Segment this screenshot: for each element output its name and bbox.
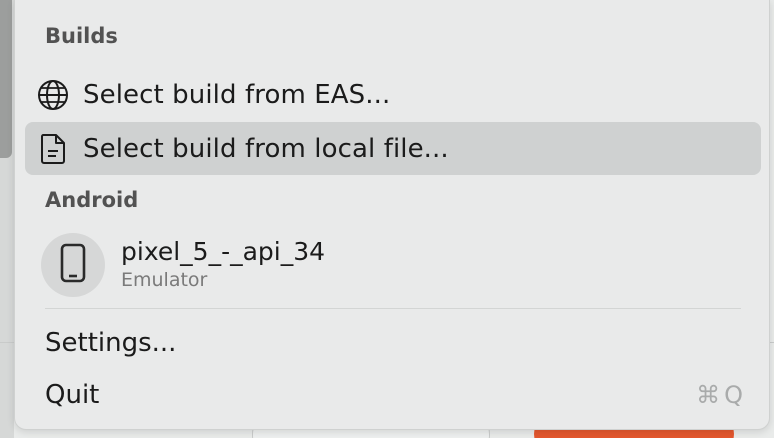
device-type: Emulator [121, 269, 208, 291]
menu-item-select-build-eas[interactable]: Select build from EAS... [25, 68, 761, 121]
menu-item-quit[interactable]: Quit ⌘Q [45, 380, 745, 410]
menu-item-label: Select build from local file... [83, 133, 449, 164]
device-avatar [41, 233, 105, 297]
file-icon [35, 131, 71, 167]
menu-item-select-build-local-file[interactable]: Select build from local file... [25, 122, 761, 175]
section-header-builds: Builds [45, 24, 118, 48]
quit-shortcut: ⌘Q [696, 381, 747, 409]
section-header-android: Android [45, 188, 139, 212]
context-menu: Builds Select build from EAS... Select b… [14, 0, 770, 430]
background-scrollbar [0, 0, 12, 158]
background-divider [0, 342, 14, 343]
device-name: pixel_5_-_api_34 [121, 237, 326, 266]
menu-item-label: Select build from EAS... [83, 79, 391, 110]
settings-label: Settings... [45, 328, 177, 358]
background-divider-right [770, 342, 774, 343]
menu-item-settings[interactable]: Settings... [45, 328, 745, 358]
globe-icon [35, 77, 71, 113]
phone-icon [60, 243, 86, 287]
quit-label: Quit [45, 380, 100, 410]
device-item-pixel-5[interactable]: pixel_5_-_api_34 Emulator [41, 232, 761, 298]
menu-divider [45, 308, 741, 309]
